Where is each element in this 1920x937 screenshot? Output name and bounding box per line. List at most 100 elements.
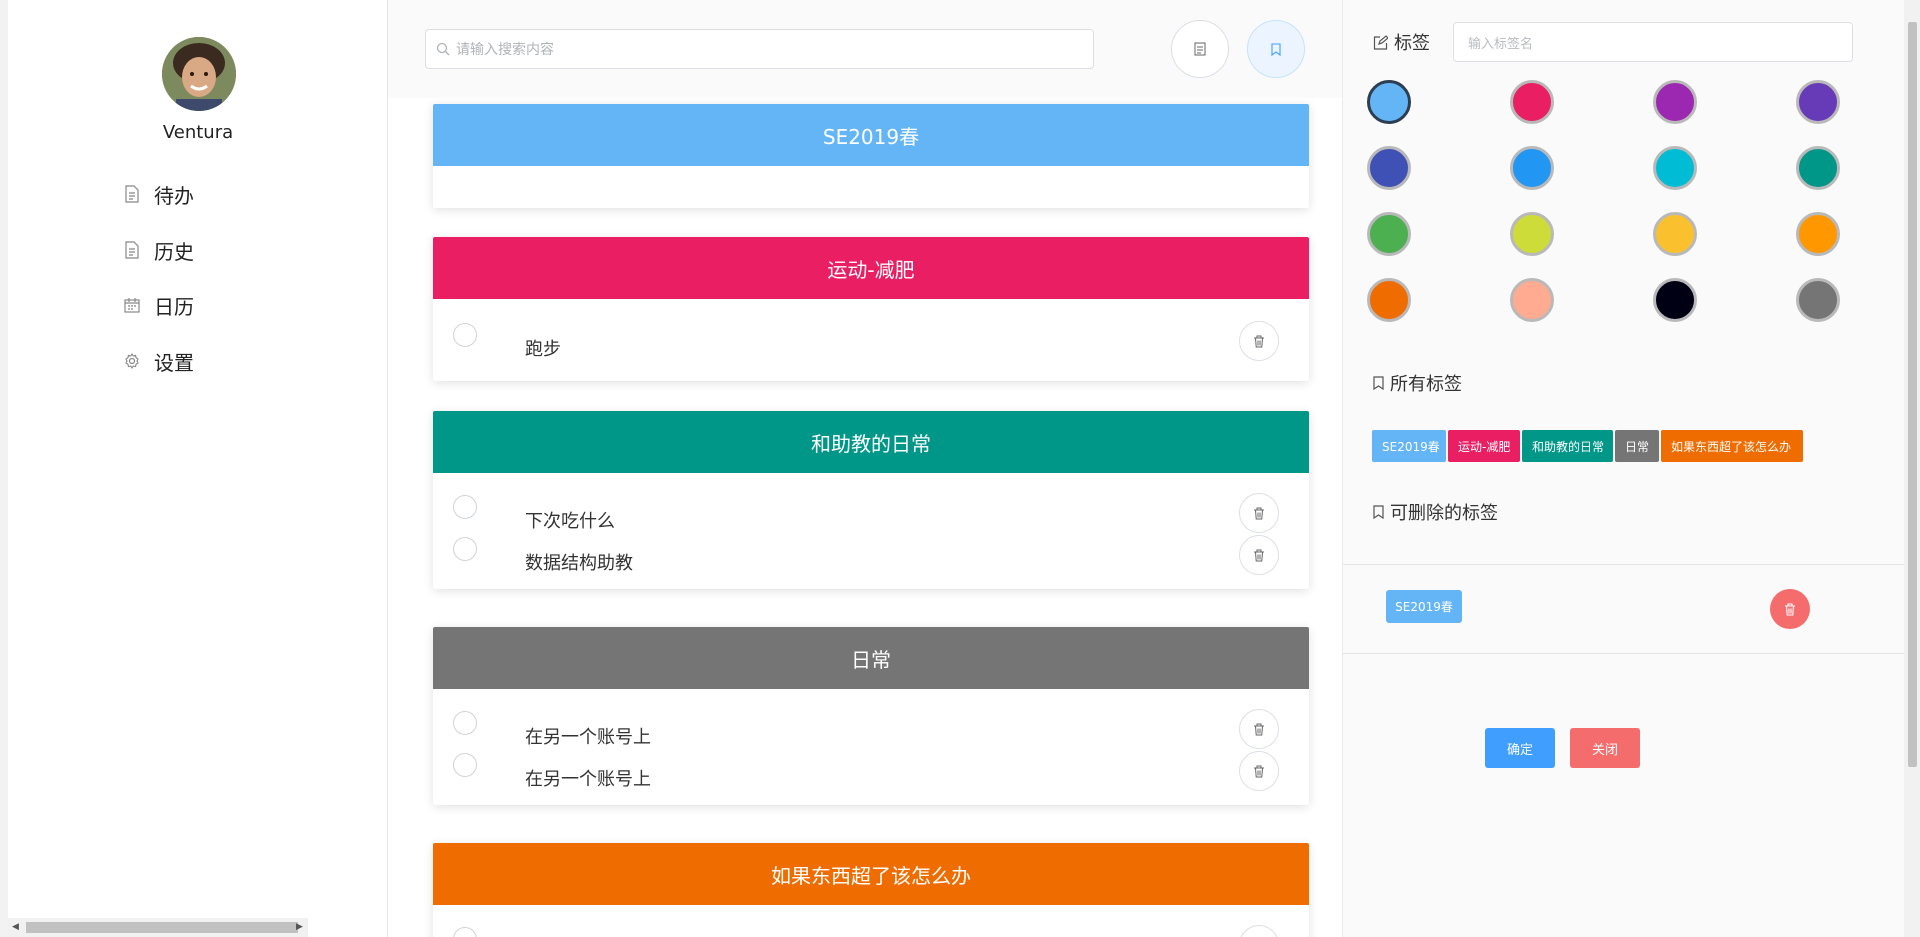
nav-label: 日历 (154, 294, 194, 319)
tag-card: SE2019春 (433, 104, 1309, 208)
tag-chip[interactable]: 运动-减肥 (1448, 430, 1520, 462)
todo-text: 数据结构助教 (525, 553, 633, 574)
all-tags-title-text: 所有标签 (1390, 374, 1462, 395)
trash-icon (1254, 723, 1264, 735)
tag-chip[interactable]: SE2019春 (1372, 430, 1446, 462)
search-icon (436, 42, 450, 56)
todo-checkbox[interactable] (453, 753, 477, 777)
tag-name-input[interactable]: 输入标签名 (1453, 22, 1853, 62)
scroll-right-icon[interactable]: ▶ (296, 922, 303, 932)
card-header: 和助教的日常 (433, 411, 1309, 473)
color-swatch[interactable] (1796, 146, 1840, 190)
deletable-tags-title-text: 可删除的标签 (1390, 503, 1498, 524)
todo-checkbox[interactable] (453, 711, 477, 735)
nav-label: 历史 (154, 239, 194, 264)
trash-icon (1254, 549, 1264, 561)
tag-card: 运动-减肥 跑步 (433, 237, 1309, 381)
color-swatch[interactable] (1510, 212, 1554, 256)
calendar-icon (124, 298, 140, 313)
divider (1343, 564, 1905, 565)
color-swatch[interactable] (1653, 278, 1697, 322)
tag-panel-title: 标签 (1373, 29, 1430, 55)
color-swatch[interactable] (1367, 146, 1411, 190)
delete-todo-button[interactable] (1239, 493, 1279, 533)
confirm-button[interactable]: 确定 (1485, 728, 1555, 768)
card-body: 下次吃什么 数据结构助教 (433, 473, 1309, 589)
color-swatch[interactable] (1796, 80, 1840, 124)
card-body (433, 166, 1309, 208)
color-swatch[interactable] (1367, 80, 1411, 124)
color-swatch[interactable] (1367, 212, 1411, 256)
delete-todo-button[interactable] (1239, 751, 1279, 791)
color-swatch[interactable] (1653, 146, 1697, 190)
todo-item (433, 925, 1309, 937)
nav-item-history[interactable]: 历史 (124, 235, 194, 265)
todo-item: 在另一个账号上 (433, 709, 1309, 751)
color-swatch[interactable] (1653, 80, 1697, 124)
tag-panel: 标签 输入标签名 所有标签 SE2019春 运动-减肥 和助教的日常 日常 如果… (1342, 0, 1905, 937)
left-gutter (0, 0, 8, 937)
todo-text: 跑步 (525, 339, 561, 360)
delete-todo-button[interactable] (1239, 709, 1279, 749)
tag-card: 如果东西超了该怎么办 (433, 843, 1309, 937)
vertical-scrollbar[interactable] (1904, 0, 1920, 937)
tag-button[interactable] (1247, 20, 1305, 78)
bookmark-icon (1373, 376, 1384, 390)
tag-chip[interactable]: 日常 (1615, 430, 1659, 462)
todo-item: 数据结构助教 (433, 535, 1309, 577)
deletable-tags-title: 可删除的标签 (1373, 499, 1498, 525)
tag-chip[interactable]: 和助教的日常 (1522, 430, 1613, 462)
nav-item-todo[interactable]: 待办 (124, 179, 194, 209)
deletable-tag-chip[interactable]: SE2019春 (1386, 590, 1462, 623)
card-body: 在另一个账号上 在另一个账号上 (433, 689, 1309, 805)
avatar[interactable] (162, 37, 236, 111)
todo-list-button[interactable] (1171, 20, 1229, 78)
scrollbar-thumb[interactable] (26, 922, 298, 933)
color-swatch[interactable] (1367, 278, 1411, 322)
todo-checkbox[interactable] (453, 323, 477, 347)
todo-text: 在另一个账号上 (525, 727, 651, 748)
todo-item: 在另一个账号上 (433, 751, 1309, 793)
username: Ventura (162, 122, 234, 143)
tag-card: 和助教的日常 下次吃什么 数据结构助教 (433, 411, 1309, 589)
trash-icon (1254, 507, 1264, 519)
todo-checkbox[interactable] (453, 927, 477, 937)
delete-todo-button[interactable] (1239, 321, 1279, 361)
trash-icon (1785, 602, 1795, 616)
color-swatch[interactable] (1653, 212, 1697, 256)
scroll-left-icon[interactable]: ◀ (12, 922, 19, 932)
card-header: SE2019春 (433, 104, 1309, 166)
nav-item-calendar[interactable]: 日历 (124, 290, 194, 320)
tag-card: 日常 在另一个账号上 在另一个账号上 (433, 627, 1309, 805)
nav-item-settings[interactable]: 设置 (124, 346, 194, 376)
delete-tag-button[interactable] (1770, 589, 1810, 629)
todo-text: 在另一个账号上 (525, 769, 651, 790)
color-swatch[interactable] (1510, 80, 1554, 124)
todo-board: SE2019春 运动-减肥 跑步 和助教的日常 下次吃什么 数据结构助教 日常 … (388, 98, 1342, 937)
search-input[interactable]: 请输入搜索内容 (425, 29, 1094, 69)
horizontal-scrollbar[interactable]: ◀ ▶ (8, 918, 308, 937)
color-swatch[interactable] (1510, 278, 1554, 322)
color-swatch[interactable] (1510, 146, 1554, 190)
close-button[interactable]: 关闭 (1570, 728, 1640, 768)
card-body (433, 905, 1309, 937)
card-body: 跑步 (433, 299, 1309, 381)
gear-icon (125, 353, 139, 369)
tag-name-placeholder: 输入标签名 (1468, 36, 1534, 52)
todo-checkbox[interactable] (453, 537, 477, 561)
delete-todo-button[interactable] (1239, 535, 1279, 575)
todo-text: 下次吃什么 (525, 511, 615, 532)
document-icon (125, 241, 139, 259)
app-root: Ventura 待办 历史 日历 设置 ◀ ▶ 请输入搜索内容 SE2019春 … (0, 0, 1920, 937)
nav-label: 设置 (154, 350, 194, 375)
color-swatch[interactable] (1796, 212, 1840, 256)
delete-todo-button[interactable] (1239, 925, 1279, 937)
edit-icon (1373, 34, 1388, 50)
tag-chip[interactable]: 如果东西超了该怎么办 (1661, 430, 1803, 462)
bookmark-icon (1271, 42, 1281, 56)
color-swatch[interactable] (1796, 278, 1840, 322)
divider (1343, 653, 1905, 654)
sidebar: Ventura 待办 历史 日历 设置 (8, 0, 388, 937)
scrollbar-thumb[interactable] (1908, 22, 1917, 767)
todo-checkbox[interactable] (453, 495, 477, 519)
